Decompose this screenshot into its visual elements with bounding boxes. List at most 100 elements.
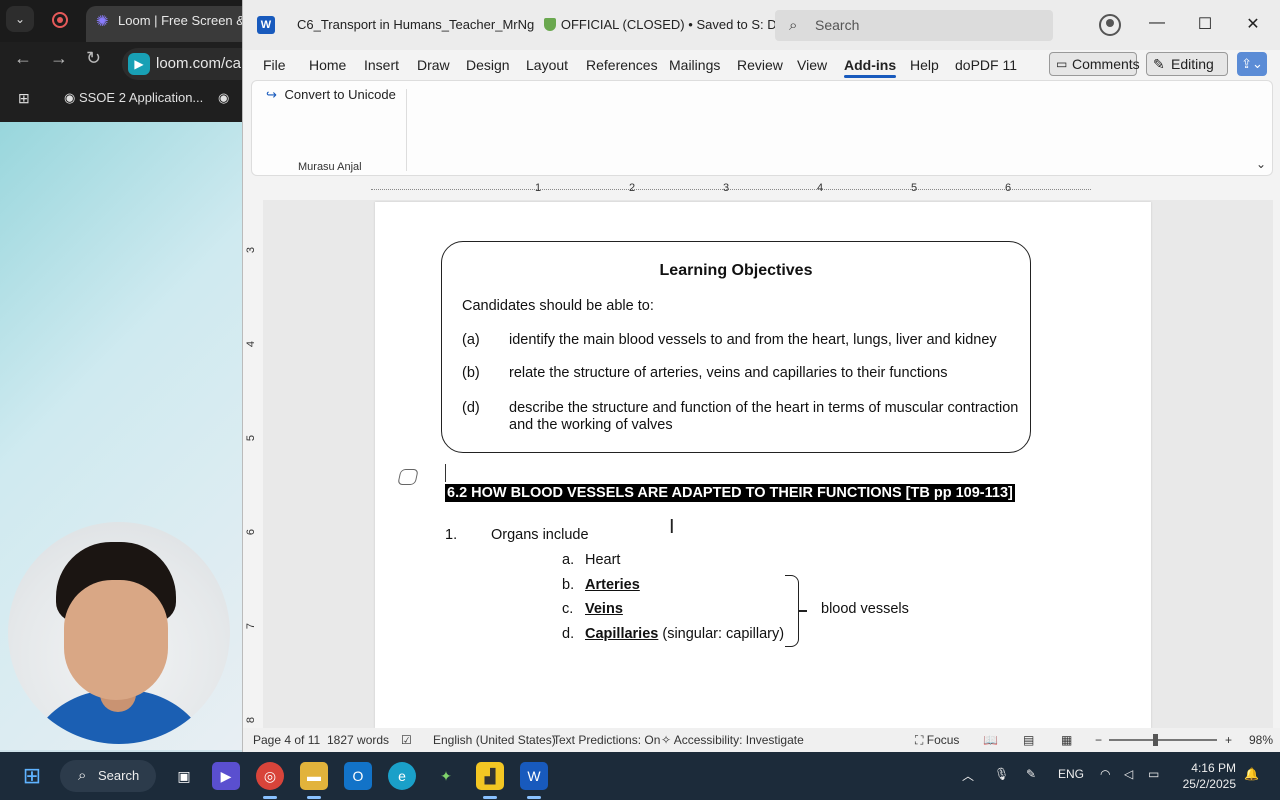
taskbar: ⊞ ⌕ Search ▣ ▶ ◎ ▬ O e ✦ ▟ W ︿ 🎙 ✎ ENG ◠…	[0, 752, 1280, 800]
clock-date: 25/2/2025	[1182, 777, 1236, 791]
video-app-icon[interactable]: ▶	[212, 762, 240, 790]
pen-icon[interactable]: ✎	[1026, 767, 1036, 781]
back-icon[interactable]: ←	[14, 48, 32, 69]
vertical-ruler[interactable]: 3 4 5 6 7 8	[243, 200, 263, 728]
convert-arrow-icon: ↪	[266, 87, 277, 102]
outlook-icon[interactable]: O	[344, 762, 372, 790]
convert-to-unicode-button[interactable]: ↪ Convert to Unicode	[266, 87, 396, 103]
task-view-icon[interactable]: ▣	[170, 762, 198, 790]
proofing-icon[interactable]: ☑	[401, 733, 412, 747]
tab-references[interactable]: References	[586, 57, 658, 73]
language-status[interactable]: English (United States)	[433, 733, 556, 747]
tab-mailings[interactable]: Mailings	[669, 57, 720, 73]
tab-draw[interactable]: Draw	[417, 57, 450, 73]
globe-icon[interactable]: ◉	[218, 90, 229, 106]
sticky-notes-icon[interactable]: ▟	[476, 762, 504, 790]
windows-start-icon[interactable]: ⊞	[18, 762, 46, 790]
print-layout-icon[interactable]: ▤	[1023, 733, 1034, 747]
copilot-icon[interactable]	[397, 469, 419, 485]
battery-icon[interactable]: ▭	[1148, 767, 1159, 781]
search-icon: ⌕	[789, 17, 798, 34]
horizontal-ruler[interactable]: 1 2 3 4 5 6	[243, 180, 1280, 200]
tab-add-ins[interactable]: Add-ins	[844, 57, 897, 78]
browser-tab-loom[interactable]: ✺ Loom | Free Screen & V	[86, 6, 256, 42]
notification-bell-icon[interactable]: 🔔	[1244, 767, 1259, 781]
forward-icon[interactable]: →	[50, 48, 68, 69]
web-layout-icon[interactable]: ▦	[1061, 733, 1072, 747]
comments-button[interactable]: ▭ Comments	[1049, 52, 1140, 76]
objective-label: (b)	[462, 365, 480, 381]
volume-icon[interactable]: ◁	[1124, 767, 1133, 781]
active-indicator	[483, 796, 497, 799]
organ-name-wrap: Capillaries (singular: capillary)	[585, 626, 784, 642]
tab-design[interactable]: Design	[466, 57, 510, 73]
webcam-person-face	[64, 580, 168, 700]
close-icon[interactable]: ✕	[1243, 14, 1263, 34]
editing-mode-button[interactable]: ✎ Editing ⌄	[1146, 52, 1228, 94]
text-predictions-status[interactable]: Text Predictions: On	[553, 733, 660, 747]
maximize-icon[interactable]: ☐	[1195, 14, 1215, 34]
zoom-slider-thumb[interactable]	[1153, 734, 1158, 746]
ruler-number: 5	[911, 182, 918, 194]
taskbar-search-label: Search	[98, 768, 140, 783]
page-count[interactable]: Page 4 of 11	[253, 733, 320, 747]
tab-search-button[interactable]: ⌄	[6, 6, 34, 32]
brace-label: blood vessels	[821, 601, 909, 617]
tab-file[interactable]: File	[263, 57, 286, 73]
editing-label: Editing	[1171, 56, 1214, 72]
zoom-slider[interactable]	[1109, 739, 1217, 741]
tab-review[interactable]: Review	[737, 57, 783, 73]
apps-grid-icon[interactable]: ⊞	[18, 90, 30, 107]
language-indicator[interactable]: ENG	[1058, 767, 1084, 781]
share-button[interactable]: ⇪⌄	[1237, 52, 1267, 76]
objectives-intro: Candidates should be able to:	[462, 298, 654, 314]
tab-home[interactable]: Home	[309, 57, 346, 73]
bookmark-ssoe[interactable]: ◉ SSOE 2 Application...	[64, 90, 203, 106]
tab-help[interactable]: Help	[910, 57, 939, 73]
address-bar[interactable]: ▶ loom.com/ca	[122, 48, 262, 80]
recording-icon[interactable]	[52, 12, 68, 28]
zoom-out-icon[interactable]: −	[1095, 733, 1102, 747]
chrome-icon[interactable]: ◎	[256, 762, 284, 790]
word-count[interactable]: 1827 words	[327, 733, 389, 747]
accessibility-status[interactable]: ✧ Accessibility: Investigate	[661, 733, 804, 747]
comment-icon: ▭	[1056, 57, 1068, 71]
list-number: 1.	[445, 527, 458, 543]
section-heading[interactable]: 6.2 HOW BLOOD VESSELS ARE ADAPTED TO THE…	[445, 484, 1015, 502]
organ-name: Heart	[585, 552, 621, 568]
learning-objectives-box: Learning Objectives Candidates should be…	[441, 241, 1031, 453]
webcam-bubble[interactable]	[8, 522, 230, 744]
separator-dot: •	[688, 17, 693, 32]
microphone-icon[interactable]: 🎙	[994, 767, 1009, 781]
app-feather-icon[interactable]: ✦	[432, 762, 460, 790]
search-box[interactable]: ⌕ Search	[775, 10, 1053, 41]
document-page[interactable]: Learning Objectives Candidates should be…	[375, 202, 1151, 728]
document-canvas[interactable]: Learning Objectives Candidates should be…	[263, 200, 1273, 728]
taskbar-search[interactable]: ⌕ Search	[60, 760, 156, 792]
focus-button[interactable]: ⛶ Focus	[915, 733, 959, 748]
chevron-up-icon[interactable]: ︿	[962, 767, 974, 784]
zoom-in-icon[interactable]: +	[1225, 733, 1232, 747]
focus-label: Focus	[926, 733, 960, 747]
wifi-icon[interactable]: ◠	[1100, 767, 1110, 781]
read-mode-icon[interactable]: 📖	[983, 733, 998, 747]
reload-icon[interactable]: ↻	[86, 48, 101, 69]
minimize-icon[interactable]: —	[1147, 14, 1167, 32]
account-avatar-icon[interactable]	[1099, 14, 1121, 36]
objective-label: (d)	[462, 400, 480, 416]
file-explorer-icon[interactable]: ▬	[300, 762, 328, 790]
bookmark-label: SSOE 2 Application...	[78, 90, 204, 105]
edge-icon[interactable]: e	[388, 762, 416, 790]
system-clock[interactable]: 4:16 PM 25/2/2025	[1180, 760, 1236, 792]
tab-insert[interactable]: Insert	[364, 57, 399, 73]
accessibility-icon: ✧	[661, 733, 672, 747]
tab-dopdf[interactable]: doPDF 11	[955, 57, 1017, 73]
loom-favicon-icon: ✺	[96, 13, 109, 30]
tab-layout[interactable]: Layout	[526, 57, 568, 73]
ribbon-expand-icon[interactable]: ⌄	[1256, 157, 1266, 171]
document-title[interactable]: C6_Transport in Humans_Teacher_MrNg OFFI…	[297, 17, 812, 33]
word-taskbar-icon[interactable]: W	[520, 762, 548, 790]
document-name: C6_Transport in Humans_Teacher_MrNg	[297, 17, 535, 32]
zoom-level[interactable]: 98%	[1249, 733, 1273, 747]
tab-view[interactable]: View	[797, 57, 827, 73]
